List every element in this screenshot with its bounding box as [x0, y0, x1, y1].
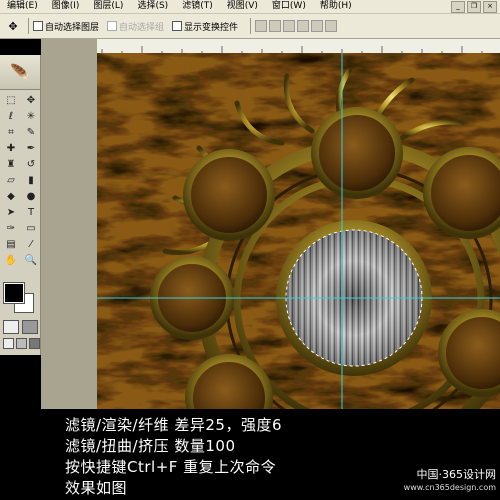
- options-bar: ✥ 自动选择图层 自动选择组 显示变换控件: [0, 14, 500, 39]
- menu-bar: 编辑(E) 图像(I) 图层(L) 选择(S) 滤镜(T) 视图(V) 窗口(W…: [0, 0, 500, 14]
- align-center-icon[interactable]: [311, 20, 324, 32]
- menu-window[interactable]: 窗口(W): [265, 0, 313, 13]
- pen-tool-icon[interactable]: ✑: [2, 221, 20, 236]
- dodge-tool-icon[interactable]: ●: [22, 189, 40, 204]
- auto-select-group-label: 自动选择组: [119, 22, 165, 33]
- menu-edit[interactable]: 编辑(E): [0, 0, 45, 13]
- eyedropper-tool-icon[interactable]: ⁄: [22, 237, 40, 252]
- window-controls: _ ❐ ×: [451, 0, 500, 13]
- caption-line-3: 按快捷键Ctrl+F 重复上次命令: [65, 458, 277, 476]
- gradient-tool-icon[interactable]: ▮: [22, 173, 40, 188]
- feather-icon: 🪶: [0, 55, 40, 90]
- align-right-icon[interactable]: [325, 20, 338, 32]
- menu-select[interactable]: 选择(S): [130, 0, 175, 13]
- menu-help[interactable]: 帮助(H): [313, 0, 359, 13]
- divider: [28, 18, 29, 34]
- align-middle-icon[interactable]: [269, 20, 282, 32]
- checkbox-box[interactable]: [172, 21, 183, 31]
- crop-tool-icon[interactable]: ⌗: [2, 125, 20, 140]
- stamp-tool-icon[interactable]: ♜: [2, 157, 20, 172]
- restore-icon[interactable]: ❐: [467, 0, 481, 13]
- healing-brush-tool-icon[interactable]: ✚: [2, 141, 20, 156]
- auto-select-layer-label: 自动选择图层: [45, 22, 100, 33]
- checkbox-box: [107, 21, 118, 31]
- type-tool-icon[interactable]: T: [22, 205, 40, 220]
- lasso-tool-icon[interactable]: ℓ: [2, 109, 20, 124]
- quick-mask-buttons: [3, 320, 38, 334]
- toolbox: 🪶 ⬚ ✥ ℓ ✳ ⌗ ✎ ✚ ✒ ♜ ↺ ▱ ▮ ◆ ● ➤ T ✑ ▭ ▤ …: [0, 55, 41, 355]
- screen-mode-menu-icon[interactable]: [16, 338, 27, 349]
- shape-tool-icon[interactable]: ▭: [22, 221, 40, 236]
- tool-grid: ⬚ ✥ ℓ ✳ ⌗ ✎ ✚ ✒ ♜ ↺ ▱ ▮ ◆ ● ➤ T ✑ ▭ ▤ ⁄ …: [0, 90, 40, 268]
- marquee-tool-icon[interactable]: ⬚: [2, 93, 20, 108]
- path-select-tool-icon[interactable]: ➤: [2, 205, 20, 220]
- screen-mode-buttons: [3, 338, 40, 349]
- align-left-icon[interactable]: [297, 20, 310, 32]
- brush-tool-icon[interactable]: ✒: [22, 141, 40, 156]
- ruler-top[interactable]: [97, 39, 500, 54]
- show-transform-checkbox[interactable]: 显示变换控件: [172, 20, 238, 33]
- magic-wand-tool-icon[interactable]: ✳: [22, 109, 40, 124]
- blur-tool-icon[interactable]: ◆: [2, 189, 20, 204]
- foreground-color-swatch[interactable]: [3, 282, 25, 304]
- divider: [250, 18, 252, 34]
- standard-mode-icon[interactable]: [3, 320, 19, 334]
- watermark: 中国·365设计网 www.cn365design.com: [404, 468, 496, 494]
- artwork: [97, 53, 500, 409]
- menu-image[interactable]: 图像(I): [45, 0, 87, 13]
- history-brush-tool-icon[interactable]: ↺: [22, 157, 40, 172]
- screen-mode-full-icon[interactable]: [29, 338, 40, 349]
- checkbox-box[interactable]: [33, 21, 43, 31]
- menu-filter[interactable]: 滤镜(T): [175, 0, 220, 13]
- zoom-tool-icon[interactable]: 🔍: [22, 253, 40, 268]
- menu-view[interactable]: 视图(V): [220, 0, 265, 13]
- eraser-tool-icon[interactable]: ▱: [2, 173, 20, 188]
- align-bottom-icon[interactable]: [283, 20, 296, 32]
- move-tool-icon[interactable]: ✥: [22, 93, 40, 108]
- caption-panel: 滤镜/渲染/纤维 差异25，强度6 滤镜/扭曲/挤压 数量100 按快捷键Ctr…: [0, 409, 500, 500]
- close-icon[interactable]: ×: [483, 0, 497, 13]
- slice-tool-icon[interactable]: ✎: [22, 125, 40, 140]
- move-tool-icon[interactable]: ✥: [2, 17, 24, 35]
- minimize-icon[interactable]: _: [451, 0, 465, 13]
- medallion-top-right: [423, 147, 500, 239]
- caption-line-4: 效果如图: [65, 479, 128, 497]
- medallion-right: [438, 309, 500, 397]
- screen-mode-standard-icon[interactable]: [3, 338, 14, 349]
- watermark-url: www.cn365design.com: [403, 483, 496, 492]
- menu-layer[interactable]: 图层(L): [86, 0, 130, 13]
- auto-select-group-checkbox: 自动选择组: [107, 20, 164, 33]
- quick-mask-icon[interactable]: [22, 320, 38, 334]
- show-transform-label: 显示变换控件: [184, 22, 239, 33]
- medallion-top: [311, 107, 403, 199]
- workspace-background: [41, 39, 97, 409]
- align-buttons: [255, 20, 338, 32]
- caption-line-1: 滤镜/渲染/纤维 差异25，强度6: [65, 416, 283, 434]
- align-top-icon[interactable]: [255, 20, 268, 32]
- notes-tool-icon[interactable]: ▤: [2, 237, 20, 252]
- caption-line-2: 滤镜/扭曲/挤压 数量100: [65, 437, 236, 455]
- medallion-top-left: [183, 149, 275, 241]
- document-canvas[interactable]: [97, 53, 500, 409]
- medallion-bottom-left: [185, 354, 273, 409]
- ruler-ticks: [101, 46, 483, 53]
- auto-select-layer-checkbox[interactable]: 自动选择图层: [33, 20, 99, 33]
- hand-tool-icon[interactable]: ✋: [2, 253, 20, 268]
- watermark-title: 中国·365设计网: [416, 468, 497, 481]
